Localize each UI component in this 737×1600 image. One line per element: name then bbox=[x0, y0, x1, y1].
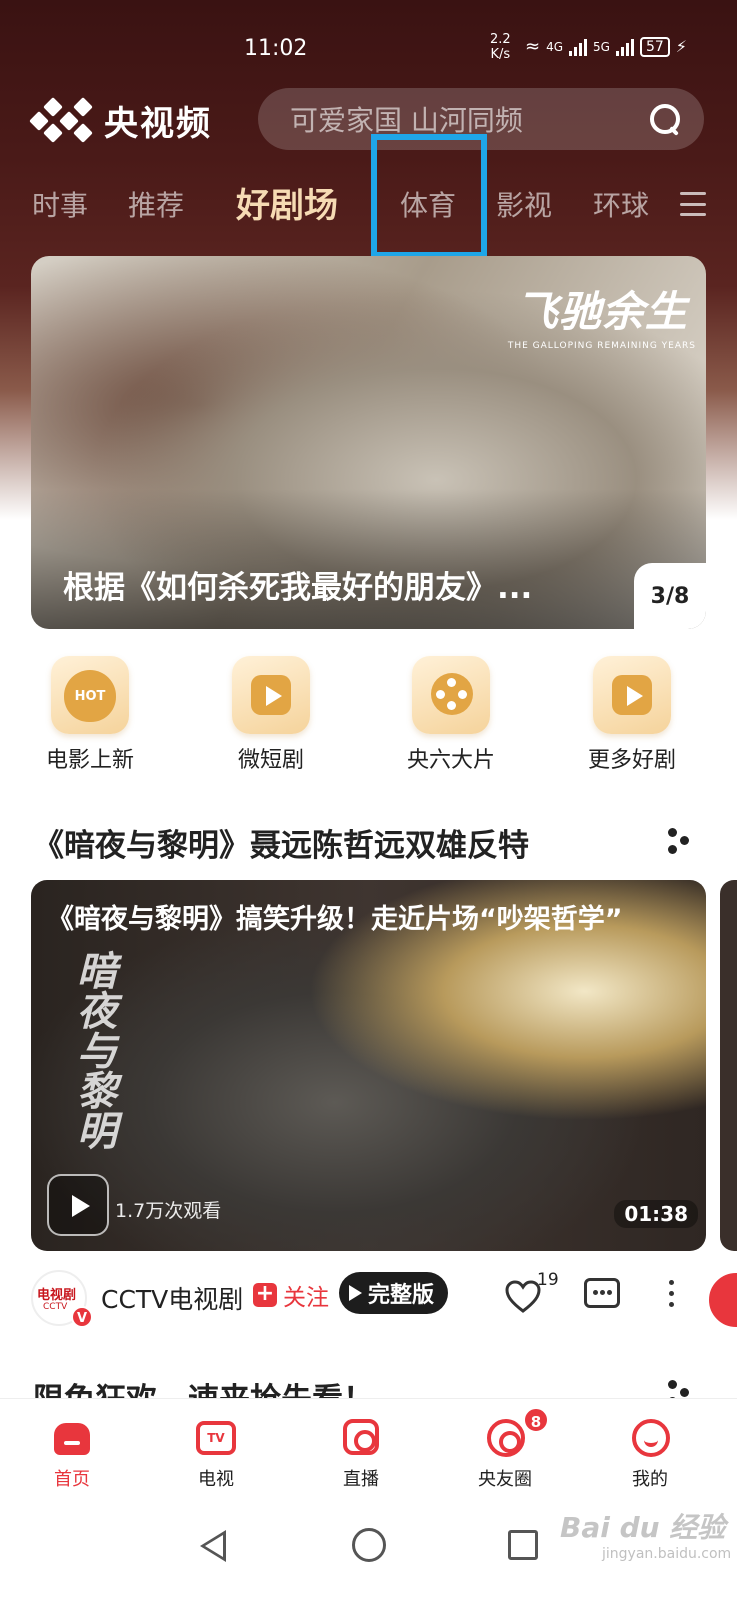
network-speed-unit: K/s bbox=[490, 47, 511, 62]
app-logo[interactable]: 央视频 bbox=[29, 96, 212, 145]
play-button[interactable] bbox=[47, 1174, 109, 1236]
cctv-logo-icon bbox=[29, 96, 93, 143]
banner-logo-cn: 飞驰余生 bbox=[515, 287, 688, 336]
tab-shishi[interactable]: 时事 bbox=[32, 178, 88, 234]
like-button[interactable]: 19 bbox=[505, 1270, 561, 1320]
menu-icon[interactable] bbox=[680, 192, 706, 216]
watermark-url: jingyan.baidu.com bbox=[602, 1546, 732, 1562]
app-name: 央视频 bbox=[104, 104, 212, 144]
banner-logo-en: THE GALLOPING REMAINING YEARS bbox=[507, 341, 696, 351]
video-title: 《暗夜与黎明》搞笑升级！走近片场“吵架哲学” bbox=[47, 904, 623, 935]
full-version-label: 完整版 bbox=[368, 1283, 435, 1308]
plus-icon: + bbox=[253, 1283, 277, 1307]
tv-icon-label: TV bbox=[196, 1421, 236, 1455]
tab-highlight-box bbox=[371, 134, 487, 258]
more-options-icon[interactable] bbox=[667, 1280, 675, 1308]
signal-icon bbox=[569, 38, 588, 56]
profile-icon bbox=[628, 1417, 672, 1457]
nav-profile[interactable]: 我的 bbox=[600, 1417, 700, 1491]
tab-tuijian[interactable]: 推荐 bbox=[128, 178, 184, 234]
tab-huanqiu[interactable]: 环球 bbox=[593, 178, 649, 234]
like-count: 19 bbox=[537, 1270, 559, 1290]
live-icon bbox=[339, 1417, 383, 1457]
full-version-button[interactable]: 完整版 bbox=[339, 1272, 449, 1314]
hot-icon: HOT bbox=[51, 656, 129, 734]
notification-badge: 8 bbox=[523, 1407, 549, 1433]
verified-badge: V bbox=[71, 1306, 93, 1328]
home-circle-icon[interactable] bbox=[352, 1528, 386, 1562]
video-duration: 01:38 bbox=[614, 1200, 698, 1228]
heart-icon bbox=[505, 1280, 541, 1313]
section-title[interactable]: 《暗夜与黎明》聂远陈哲远双雄反特 bbox=[33, 820, 529, 865]
home-icon bbox=[50, 1417, 94, 1457]
nav-label: 首页 bbox=[54, 1469, 90, 1490]
tab-haojuchang[interactable]: 好剧场 bbox=[236, 178, 338, 234]
quick-entry-short-drama[interactable]: 微短剧 bbox=[196, 656, 346, 774]
film-reel-icon bbox=[412, 656, 490, 734]
video-card[interactable]: 暗夜与黎明 《暗夜与黎明》搞笑升级！走近片场“吵架哲学” 1.7万次观看 01:… bbox=[31, 880, 706, 1251]
quick-entry-label: 微短剧 bbox=[237, 748, 304, 773]
recent-apps-icon[interactable] bbox=[508, 1530, 538, 1560]
signal-icon-2 bbox=[615, 38, 634, 56]
charging-icon: ⚡ bbox=[675, 37, 688, 56]
battery-level: 57 bbox=[639, 36, 670, 57]
nav-home[interactable]: 首页 bbox=[22, 1417, 122, 1491]
network-4g-label: 4G bbox=[546, 39, 564, 54]
avatar-text: 电视剧 bbox=[37, 1288, 77, 1303]
banner-pager: 3/8 bbox=[634, 563, 706, 629]
author-row: 电视剧 CCTV V CCTV电视剧 + 关注 完整版 19 bbox=[31, 1266, 737, 1328]
network-5g-label: 5G bbox=[593, 39, 610, 54]
search-icon[interactable] bbox=[648, 102, 682, 136]
status-icons: ≈ 4G 5G 57 ⚡ bbox=[525, 36, 687, 57]
nav-label: 直播 bbox=[343, 1469, 379, 1490]
video-calligraphy: 暗夜与黎明 bbox=[70, 950, 116, 1150]
avatar-subtext: CCTV bbox=[43, 1302, 68, 1312]
search-placeholder: 可爱家国 山河同频 bbox=[290, 104, 523, 137]
status-time: 11:02 bbox=[244, 36, 308, 61]
watermark: Bai du 经验 bbox=[560, 1511, 726, 1544]
quick-entry-movies[interactable]: HOT 电影上新 bbox=[15, 656, 165, 774]
follow-label: 关注 bbox=[283, 1285, 329, 1311]
quick-entry-cctv6[interactable]: 央六大片 bbox=[376, 656, 526, 774]
quick-entry-more-drama[interactable]: 更多好剧 bbox=[557, 656, 707, 774]
quick-entry-label: 央六大片 bbox=[406, 748, 495, 773]
quick-entry-label: 电影上新 bbox=[45, 748, 134, 773]
banner-shade bbox=[31, 489, 706, 629]
video-play-icon bbox=[232, 656, 310, 734]
nav-tv[interactable]: TV 电视 bbox=[166, 1417, 266, 1491]
more-arrow-icon[interactable] bbox=[668, 828, 690, 854]
featured-banner[interactable]: 飞驰余生 THE GALLOPING REMAINING YEARS 根据《如何… bbox=[31, 256, 706, 629]
wifi-icon: ≈ bbox=[525, 36, 541, 57]
nav-label: 央友圈 bbox=[478, 1469, 532, 1490]
author-name[interactable]: CCTV电视剧 bbox=[101, 1280, 243, 1316]
next-video-card-peek[interactable] bbox=[720, 880, 737, 1251]
banner-caption: 根据《如何杀死我最好的朋友》... bbox=[63, 570, 533, 606]
quick-entries: HOT 电影上新 微短剧 央六大片 更多好剧 bbox=[0, 656, 737, 776]
folder-play-icon bbox=[593, 656, 671, 734]
view-count: 1.7万次观看 bbox=[115, 1200, 222, 1222]
follow-button[interactable]: + 关注 bbox=[253, 1278, 329, 1312]
nav-label: 我的 bbox=[632, 1469, 668, 1490]
nav-label: 电视 bbox=[198, 1469, 234, 1490]
quick-entry-label: 更多好剧 bbox=[587, 748, 676, 773]
category-tabs: 时事 推荐 好剧场 体育 影视 环球 bbox=[0, 178, 737, 234]
status-bar: 11:02 2.2 K/s ≈ 4G 5G 57 ⚡ bbox=[0, 0, 737, 90]
network-speed: 2.2 K/s bbox=[490, 32, 511, 62]
nav-live[interactable]: 直播 bbox=[311, 1417, 411, 1491]
hot-icon-label: HOT bbox=[64, 670, 116, 722]
tab-yingshi[interactable]: 影视 bbox=[496, 178, 552, 234]
nav-circle[interactable]: 8 央友圈 bbox=[455, 1407, 555, 1491]
tv-icon: TV bbox=[194, 1417, 238, 1457]
bottom-navigation: 首页 TV 电视 直播 8 央友圈 我的 bbox=[0, 1398, 737, 1502]
back-icon[interactable] bbox=[200, 1530, 226, 1562]
circle-icon: 8 bbox=[483, 1407, 549, 1457]
play-icon bbox=[349, 1285, 362, 1301]
comment-icon[interactable] bbox=[584, 1278, 620, 1308]
network-speed-value: 2.2 bbox=[490, 32, 511, 47]
banner-title-logo: 飞驰余生 THE GALLOPING REMAINING YEARS bbox=[508, 278, 696, 351]
app-screen: 11:02 2.2 K/s ≈ 4G 5G 57 ⚡ 央视频 可爱家国 山河同频 bbox=[0, 0, 737, 1600]
